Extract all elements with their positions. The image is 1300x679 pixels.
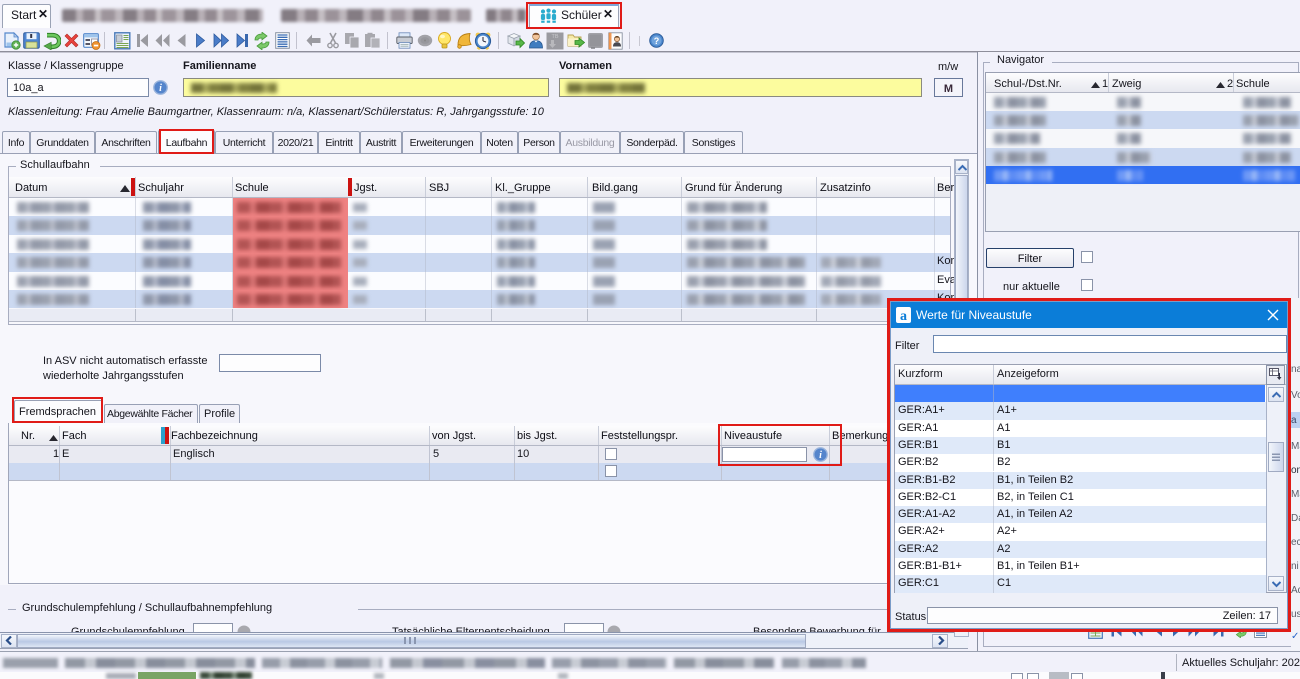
svg-text:i: i [159,83,162,94]
svg-text:TB: TB [551,34,558,40]
svg-text:?: ? [654,36,660,46]
